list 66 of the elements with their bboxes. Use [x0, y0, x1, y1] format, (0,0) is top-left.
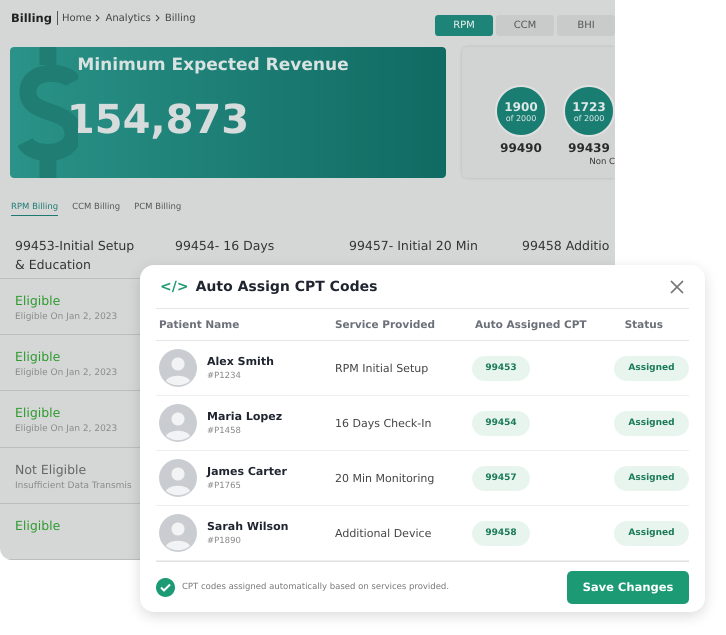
column-header: Service Provided: [334, 318, 436, 330]
avatar-icon: [159, 514, 197, 552]
eligibility-detail: Eligible On Jan 2, 2023: [15, 424, 118, 434]
check-circle-icon: [156, 578, 175, 596]
service-text: RPM Initial Setup: [334, 362, 430, 374]
status-tag: Assigned: [614, 356, 689, 380]
program-tab[interactable]: CCM: [496, 15, 554, 36]
program-tab[interactable]: BHI: [557, 15, 615, 36]
code-icon: </>: [160, 278, 189, 294]
eligibility-detail: Insufficient Data Transmis: [15, 480, 133, 491]
avatar-icon: [159, 459, 197, 497]
service-text: 16 Days Check-In: [334, 416, 432, 430]
eligibility-status: Eligible: [15, 518, 62, 533]
column-header: 99453-Initial Setup & Education: [15, 237, 136, 274]
dialog-title: Auto Assign CPT Codes: [196, 278, 378, 294]
breadcrumb-link[interactable]: Billing: [164, 12, 196, 24]
status-tag: Assigned: [614, 410, 689, 436]
billing-tab[interactable]: RPM Billing: [11, 202, 58, 216]
column-header: Status: [624, 318, 664, 330]
service-text: 20 Min Monitoring: [334, 472, 436, 484]
patient-id: #P1890: [207, 536, 242, 546]
program-tab[interactable]: RPM: [435, 15, 493, 36]
avatar-icon: [159, 404, 197, 442]
status-tag: Assigned: [614, 520, 689, 546]
column-header: 99458 Additio: [522, 237, 610, 256]
eligibility-detail: Eligible On Jan 2, 2023: [15, 312, 118, 322]
patient-id: #P1765: [207, 481, 242, 491]
eligibility-status: Eligible: [15, 293, 62, 308]
billing-tab[interactable]: PCM Billing: [134, 202, 182, 216]
patient-name: Maria Lopez: [207, 410, 282, 423]
save-changes-button[interactable]: Save Changes: [567, 570, 689, 604]
page-title: Billing: [11, 11, 58, 25]
count-circle: 1723 of 2000: [563, 85, 615, 138]
revenue-title: Minimum Expected Revenue: [77, 55, 349, 76]
billing-tab[interactable]: CCM Billing: [72, 202, 120, 216]
service-text: Additional Device: [334, 526, 432, 540]
eligibility-status: Eligible: [15, 405, 62, 420]
cpt-code-tag: 99458: [472, 520, 530, 546]
cpt-code-tag: 99457: [472, 466, 530, 490]
breadcrumb-link[interactable]: Analytics: [105, 12, 151, 24]
revenue-value: 154,873: [66, 97, 250, 144]
chevron-icon: [154, 14, 161, 22]
eligibility-status: Not Eligible: [15, 462, 88, 477]
cpt-code-tag: 99453: [472, 356, 530, 380]
footer-note: CPT codes assigned automatically based on services provided.: [182, 582, 450, 592]
column-header: Auto Assigned CPT: [474, 318, 588, 330]
patient-name: James Carter: [207, 465, 287, 478]
stats-note: Non C: [589, 157, 615, 168]
cpt-code-tag: 99454: [472, 410, 530, 436]
count-circle: 1900 of 2000: [495, 85, 547, 138]
patient-name: Sarah Wilson: [207, 520, 288, 533]
status-tag: Assigned: [614, 466, 689, 490]
cpt-code: 99490: [500, 141, 542, 156]
close-button[interactable]: [669, 278, 685, 294]
column-header: Patient Name: [158, 318, 240, 330]
column-header: 99457- Initial 20 Min: [349, 237, 479, 256]
eligibility-detail: Eligible On Jan 2, 2023: [15, 368, 118, 378]
patient-id: #P1458: [207, 426, 242, 436]
breadcrumb-link[interactable]: Home: [62, 12, 92, 24]
chevron-icon: [95, 14, 102, 22]
avatar-icon: [159, 349, 197, 387]
patient-name: Alex Smith: [207, 355, 274, 368]
eligibility-status: Eligible: [15, 349, 62, 364]
patient-id: #P1234: [207, 371, 242, 381]
cpt-code: 99439: [568, 141, 610, 156]
column-header: 99454- 16 Days: [175, 237, 276, 256]
